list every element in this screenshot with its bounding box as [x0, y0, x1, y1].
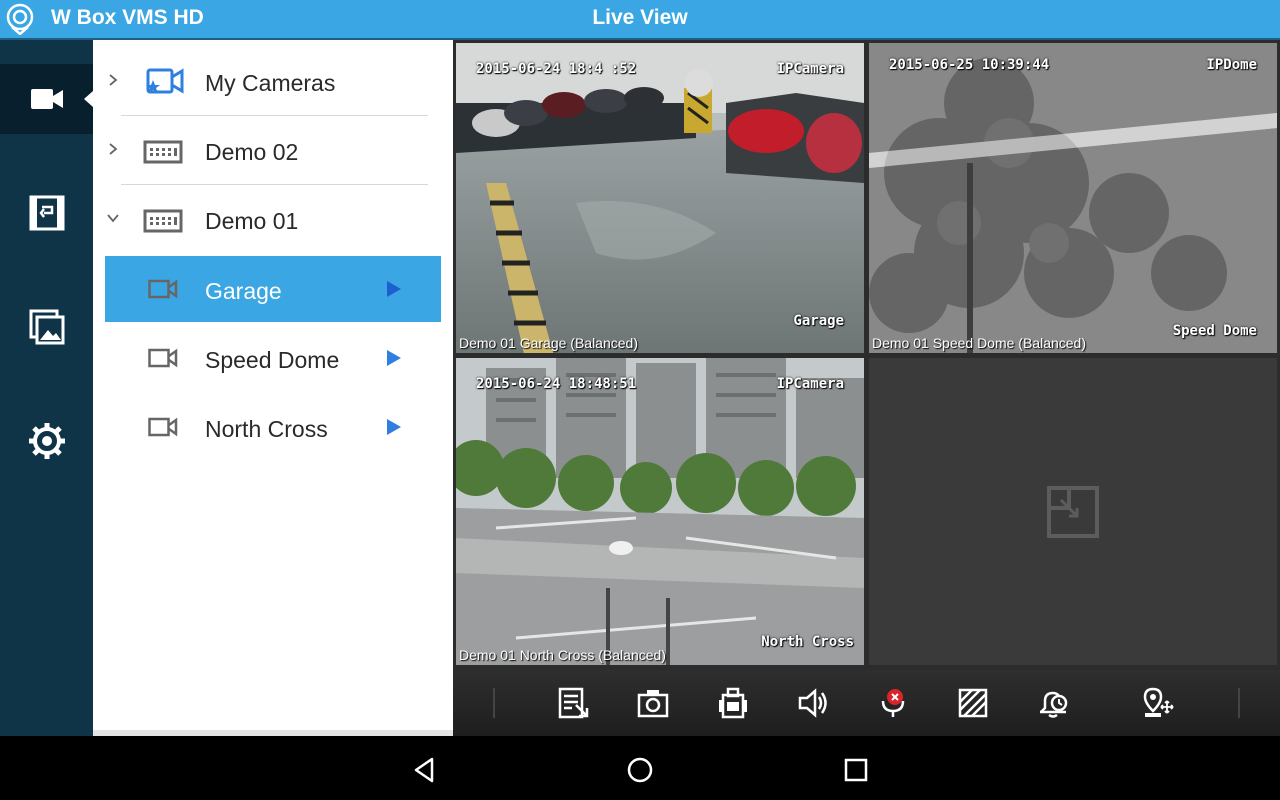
video-window-garage[interactable]: 2015-06-24 18:4 :52 IPCamera Garage Demo… [456, 43, 864, 353]
osd-camera-tag: IPDome [1206, 57, 1257, 73]
talk-mic-icon[interactable] [877, 687, 909, 719]
osd-timestamp: 2015-06-24 18:48:51 [476, 376, 637, 392]
nav-gallery[interactable] [0, 292, 93, 362]
toolbar-separator [1238, 688, 1240, 718]
active-pointer [84, 91, 93, 107]
toolbar-separator [493, 688, 495, 718]
app-header: W Box VMS HD Live View [0, 0, 1280, 38]
record-icon[interactable] [717, 687, 749, 719]
play-icon[interactable] [387, 419, 401, 435]
osd-channel-name: Garage [793, 313, 844, 329]
alarm-icon[interactable] [1037, 687, 1069, 719]
video-caption: Demo 01 North Cross (Balanced) [459, 647, 666, 663]
gear-icon [28, 423, 65, 459]
video-caption: Demo 01 Garage (Balanced) [459, 335, 638, 351]
osd-camera-tag: IPCamera [776, 61, 844, 77]
video-window-empty[interactable] [869, 358, 1277, 665]
tree-item-demo-02[interactable]: Demo 02 [93, 119, 453, 185]
back-icon[interactable] [410, 756, 438, 784]
dvr-device-icon [143, 140, 183, 164]
device-tree: My Cameras Demo 02 Demo 01 Garage Speed … [93, 40, 453, 730]
osd-channel-name: Speed Dome [1172, 323, 1257, 339]
tree-item-label: Garage [205, 278, 282, 304]
tree-item-label: North Cross [205, 416, 328, 442]
chevron-right-icon[interactable] [105, 72, 121, 88]
live-view-toolbar [453, 670, 1280, 736]
system-nav-bar [0, 736, 1280, 800]
side-nav [0, 40, 93, 736]
tree-item-garage[interactable]: Garage [93, 256, 453, 322]
north-cross-video-feed [456, 358, 864, 665]
osd-timestamp: 2015-06-25 10:39:44 [889, 57, 1050, 73]
star-camera-icon [146, 68, 184, 94]
tree-item-speed-dome[interactable]: Speed Dome [93, 325, 453, 391]
camera-icon [148, 417, 178, 437]
tree-item-label: My Cameras [205, 70, 336, 96]
chevron-down-icon[interactable] [105, 210, 121, 226]
garage-video-feed [456, 43, 864, 353]
camera-icon [148, 279, 178, 299]
home-icon[interactable] [626, 756, 654, 784]
video-window-speed-dome[interactable]: 2015-06-25 10:39:44 IPDome Speed Dome De… [869, 43, 1277, 353]
tree-item-demo-01[interactable]: Demo 01 [93, 188, 453, 254]
video-window-north-cross[interactable]: 2015-06-24 18:48:51 IPCamera North Cross… [456, 358, 864, 665]
audio-icon[interactable] [797, 687, 829, 719]
nav-playback[interactable] [0, 178, 93, 248]
video-camera-icon [30, 89, 63, 109]
nav-settings[interactable] [0, 406, 93, 476]
divider [121, 184, 428, 185]
fullscreen-icon[interactable] [957, 687, 989, 719]
image-gallery-icon [29, 309, 64, 345]
recents-icon[interactable] [842, 756, 870, 784]
playback-film-icon [29, 195, 64, 231]
osd-channel-name: North Cross [761, 634, 854, 650]
video-caption: Demo 01 Speed Dome (Balanced) [872, 335, 1087, 351]
speed-dome-video-feed [869, 43, 1277, 353]
live-view-grid: 2015-06-24 18:4 :52 IPCamera Garage Demo… [453, 40, 1280, 670]
nav-live-view[interactable] [0, 64, 93, 134]
osd-timestamp: 2015-06-24 18:4 :52 [476, 61, 637, 77]
app-title: W Box VMS HD [51, 6, 204, 29]
play-icon[interactable] [387, 281, 401, 297]
snapshot-icon[interactable] [637, 687, 669, 719]
osd-camera-tag: IPCamera [776, 376, 844, 392]
chevron-right-icon[interactable] [105, 141, 121, 157]
tree-item-label: Demo 01 [205, 208, 299, 234]
add-window-icon[interactable] [1047, 486, 1099, 538]
play-icon[interactable] [387, 350, 401, 366]
dvr-device-icon [143, 209, 183, 233]
tree-item-label: Speed Dome [205, 347, 340, 373]
divider [121, 115, 428, 116]
tree-item-north-cross[interactable]: North Cross [93, 394, 453, 460]
camera-icon [148, 348, 178, 368]
ptz-icon[interactable] [1143, 687, 1175, 719]
tree-item-label: Demo 02 [205, 139, 299, 165]
stream-quality-icon[interactable] [557, 687, 589, 719]
app-logo-icon [6, 3, 34, 35]
tree-item-my-cameras[interactable]: My Cameras [93, 50, 453, 116]
